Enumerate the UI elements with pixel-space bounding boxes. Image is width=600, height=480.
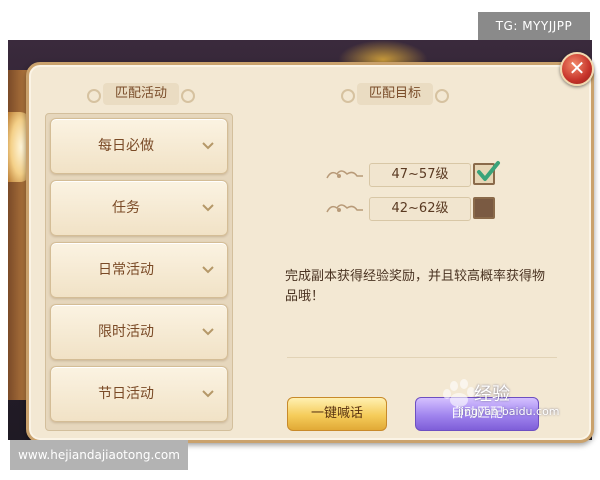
checkmark-icon <box>477 161 500 181</box>
close-icon: ✕ <box>568 56 586 80</box>
chevron-down-icon <box>202 204 214 212</box>
cloud-ornament-icon <box>326 170 363 179</box>
chevron-down-icon <box>202 328 214 336</box>
match-target-title: 匹配目标 <box>341 83 449 105</box>
menu-item-label: 任务 <box>112 200 140 216</box>
menu-item-label: 节日活动 <box>98 386 154 402</box>
target-row-42-62: 42~62级 <box>325 197 495 221</box>
target-level-label: 47~57级 <box>369 163 471 187</box>
target-checkbox-47-57[interactable] <box>473 161 500 185</box>
activity-list: 每日必做 任务 日常活动 限时活动 节日活动 <box>45 113 233 431</box>
baidu-watermark-text: 经验 <box>474 384 510 405</box>
chevron-down-icon <box>202 266 214 274</box>
menu-item-label: 限时活动 <box>98 324 154 340</box>
menu-item-limited-activity[interactable]: 限时活动 <box>50 304 228 360</box>
menu-item-label: 每日必做 <box>98 138 154 154</box>
match-activity-title: 匹配活动 <box>87 83 195 105</box>
chevron-down-icon <box>202 142 214 150</box>
menu-item-task[interactable]: 任务 <box>50 180 228 236</box>
shout-button[interactable]: 一键喊话 <box>287 397 387 431</box>
close-button[interactable]: ✕ <box>560 52 594 86</box>
reward-description: 完成副本获得经验奖励，并且较高概率获得物品哦！ <box>285 269 546 304</box>
menu-item-festival-activity[interactable]: 节日活动 <box>50 366 228 422</box>
target-row-47-57: 47~57级 <box>325 161 500 187</box>
menu-item-daily-must[interactable]: 每日必做 <box>50 118 228 174</box>
cloud-ornament-icon <box>326 204 363 213</box>
divider <box>287 357 557 358</box>
watermark-bottom: www.hejiandajiaotong.com <box>10 440 188 470</box>
baidu-watermark-url: jingyan.baidu.com <box>458 405 560 418</box>
menu-item-label: 日常活动 <box>98 262 154 278</box>
menu-item-routine-activity[interactable]: 日常活动 <box>50 242 228 298</box>
target-checkbox-42-62[interactable] <box>473 197 495 219</box>
chevron-down-icon <box>202 390 214 398</box>
target-level-label: 42~62级 <box>369 197 471 221</box>
watermark-top: TG: MYYJJPP <box>478 12 590 40</box>
